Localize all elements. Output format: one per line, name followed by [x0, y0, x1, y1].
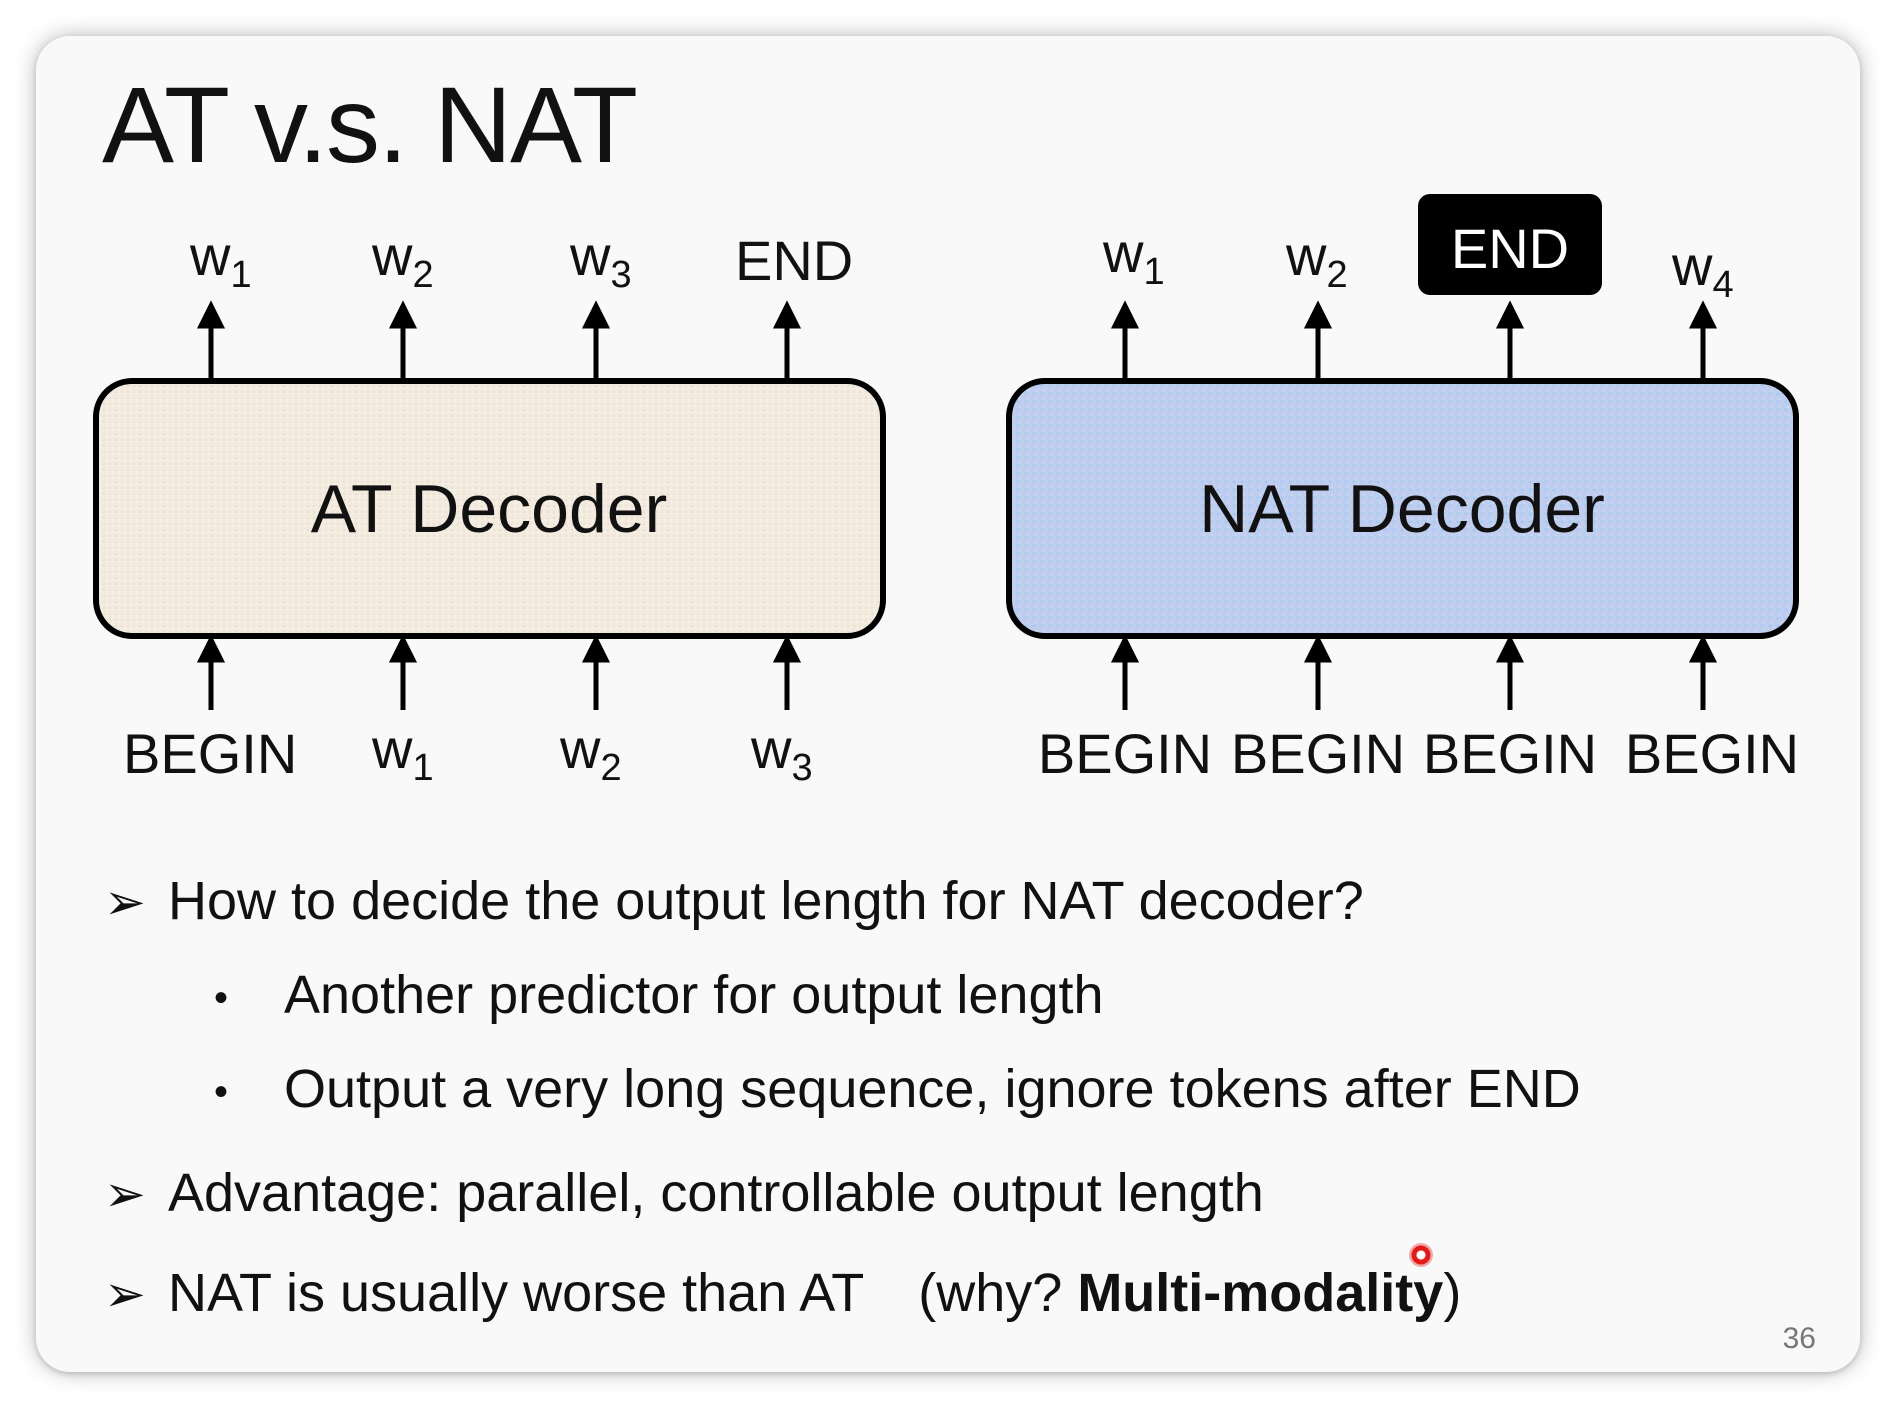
- nat-output-token: w2: [1285, 224, 1348, 296]
- nat-decoder-label: NAT Decoder: [1199, 471, 1605, 547]
- screen: AT v.s. NAT AT Decoder NAT Decoder w1 w2…: [0, 0, 1898, 1408]
- nat-input-token: BEGIN: [1423, 722, 1597, 785]
- nat-output-token: w1: [1102, 221, 1165, 293]
- at-output-token: w2: [371, 224, 434, 296]
- at-input-token: w2: [559, 717, 622, 789]
- at-input-token: w3: [750, 717, 813, 789]
- nat-output-arrows: [1110, 300, 1718, 378]
- at-output-token: END: [735, 229, 853, 292]
- at-output-token: w3: [569, 224, 632, 296]
- at-input-token: BEGIN: [123, 722, 297, 785]
- nat-input-token: BEGIN: [1038, 722, 1212, 785]
- nat-input-token: BEGIN: [1231, 722, 1405, 785]
- pointer-cursor-icon: [1409, 1243, 1433, 1267]
- at-nat-diagram: AT Decoder NAT Decoder w1 w2 w3 END BEGI…: [93, 194, 1799, 789]
- nat-output-token-highlight: END: [1451, 217, 1569, 280]
- at-output-token: w1: [189, 224, 252, 296]
- nat-input-token: BEGIN: [1625, 722, 1799, 785]
- page-number: 36: [1782, 1322, 1816, 1355]
- at-input-token: w1: [371, 717, 434, 789]
- nat-output-token: w4: [1671, 234, 1734, 306]
- at-output-arrows: [196, 300, 802, 378]
- nat-input-arrows: [1110, 634, 1718, 710]
- at-decoder-label: AT Decoder: [311, 471, 668, 547]
- at-input-arrows: [196, 634, 802, 710]
